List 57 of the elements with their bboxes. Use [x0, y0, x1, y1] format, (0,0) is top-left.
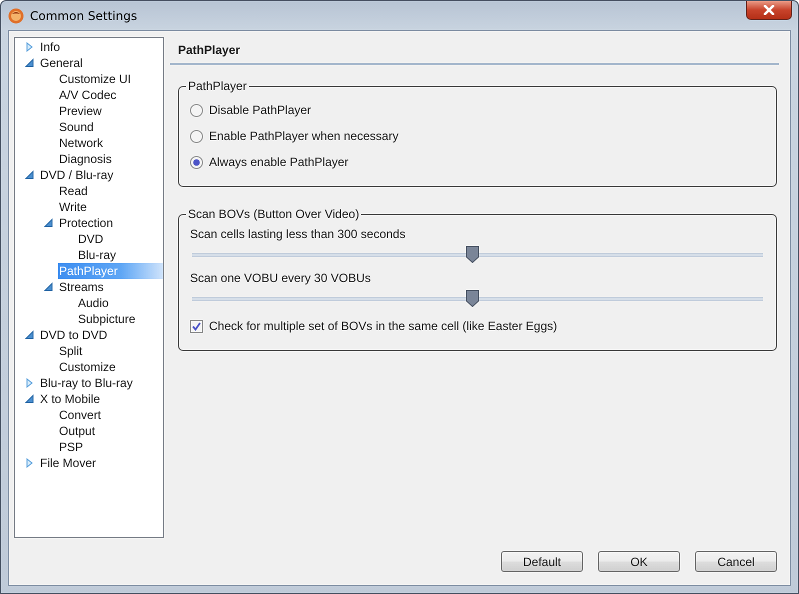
window-title: Common Settings [30, 8, 138, 22]
radio-button[interactable] [190, 156, 203, 168]
tree-item[interactable]: File Mover [39, 455, 98, 471]
slider-label: Scan one VOBU every 30 VOBUs [190, 271, 372, 285]
tree-item[interactable]: Preview [58, 103, 103, 119]
close-button[interactable] [746, 1, 792, 20]
page-heading: PathPlayer [170, 37, 779, 65]
collapsed-arrow-icon[interactable] [25, 458, 34, 468]
tree-item[interactable]: Network [58, 135, 104, 151]
tree-item[interactable]: Protection [58, 215, 114, 231]
tree-item[interactable]: Subpicture [77, 311, 136, 327]
group-title: PathPlayer [187, 79, 248, 93]
slider-thumb[interactable] [466, 290, 479, 307]
app-icon [8, 8, 24, 24]
radio-button[interactable] [190, 130, 203, 142]
tree-item[interactable]: Customize [58, 359, 117, 375]
tree-item[interactable]: Output [58, 423, 96, 439]
checkbox[interactable] [190, 320, 203, 332]
tree-item[interactable]: Sound [58, 119, 95, 135]
expanded-arrow-icon[interactable] [44, 282, 53, 292]
tree-item[interactable]: Streams [58, 279, 105, 295]
tree-item[interactable]: Audio [77, 295, 110, 311]
expanded-arrow-icon[interactable] [25, 394, 34, 404]
checkbox-label[interactable]: Check for multiple set of BOVs in the same cell (like Easter Eggs) [209, 319, 558, 333]
tree-item[interactable]: DVD [77, 231, 104, 247]
collapsed-arrow-icon[interactable] [25, 42, 34, 52]
collapsed-arrow-icon[interactable] [25, 378, 34, 388]
tree-item[interactable]: Blu-ray to Blu-ray [39, 375, 134, 391]
tree-item[interactable]: Write [58, 199, 88, 215]
tree-item[interactable]: Info [39, 39, 62, 55]
tree-item[interactable]: PSP [58, 439, 84, 455]
tree-item[interactable]: Customize UI [58, 71, 132, 87]
expanded-arrow-icon[interactable] [25, 330, 34, 340]
slider-label: Scan cells lasting less than 300 seconds [190, 227, 406, 241]
tree-item[interactable]: DVD to DVD [39, 327, 108, 343]
tree-item[interactable]: DVD / Blu-ray [39, 167, 114, 183]
expanded-arrow-icon[interactable] [25, 170, 34, 180]
dialog-button[interactable]: Cancel [695, 551, 777, 572]
expanded-arrow-icon[interactable] [44, 218, 53, 228]
tree-item[interactable]: A/V Codec [58, 87, 118, 103]
slider-thumb[interactable] [466, 246, 479, 263]
radio-button[interactable] [190, 104, 203, 116]
group-title: Scan BOVs (Button Over Video) [187, 207, 360, 221]
tree-item[interactable]: Blu-ray [77, 247, 118, 263]
radio-label[interactable]: Disable PathPlayer [209, 103, 312, 117]
dialog-button[interactable]: OK [598, 551, 680, 572]
radio-label[interactable]: Enable PathPlayer when necessary [209, 129, 398, 143]
tree-item[interactable]: Read [58, 183, 89, 199]
tree-item[interactable]: X to Mobile [39, 391, 102, 407]
tree-item[interactable]: Diagnosis [58, 151, 113, 167]
radio-label[interactable]: Always enable PathPlayer [209, 155, 348, 169]
expanded-arrow-icon[interactable] [25, 58, 34, 68]
close-icon [763, 5, 775, 15]
tree-item[interactable]: Split [58, 343, 84, 359]
tree-item[interactable]: General [39, 55, 84, 71]
tree-item[interactable]: Convert [58, 407, 102, 423]
dialog-button[interactable]: Default [501, 551, 583, 572]
